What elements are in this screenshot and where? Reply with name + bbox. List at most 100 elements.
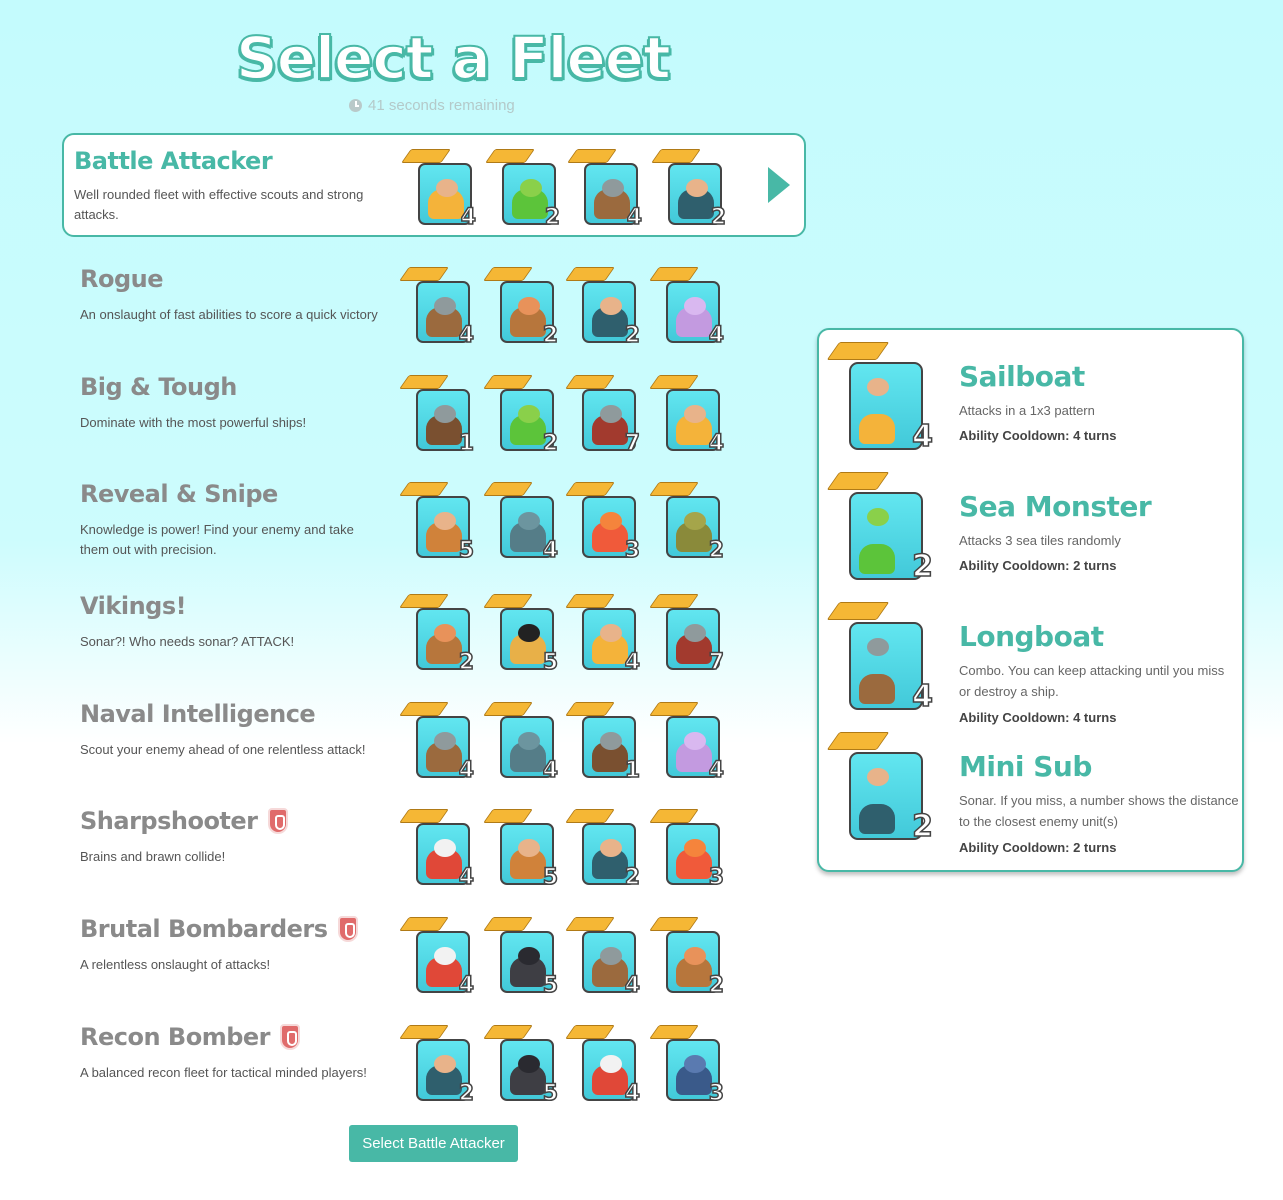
ship-body: [859, 804, 895, 834]
select-fleet-button[interactable]: Select Battle Attacker: [349, 1125, 518, 1162]
ship-card-sailboat[interactable]: 4: [565, 594, 641, 674]
attack-pattern-icon: [483, 1025, 533, 1039]
fleet-option[interactable]: Reveal & Snipe Knowledge is power! Find y…: [62, 468, 806, 572]
ship-card-crab[interactable]: 4: [565, 1025, 641, 1105]
ship-card-longboat: 4: [826, 602, 934, 712]
fleet-option[interactable]: Sharpshooter Brains and brawn collide! 4 5 2…: [62, 795, 806, 899]
ship-cooldown: Ability Cooldown: 4 turns: [959, 710, 1117, 725]
ship-count: 4: [708, 431, 725, 456]
ship-card-whale[interactable]: 4: [483, 482, 559, 562]
ship-card-sailboat[interactable]: 4: [649, 375, 725, 456]
fleet-option[interactable]: Naval Intelligence Scout your enemy ahead…: [62, 688, 806, 792]
ship-head: [518, 512, 540, 530]
ship-count: 2: [911, 549, 933, 584]
ship-head: [434, 405, 456, 423]
ship-head: [600, 732, 622, 750]
ship-card-longboat[interactable]: 4: [565, 917, 641, 998]
fleet-option[interactable]: Brutal Bombarders A relentless onslaught …: [62, 903, 806, 1007]
ship-card-raft[interactable]: 5: [483, 809, 559, 889]
ship-card-squid[interactable]: 3: [649, 809, 725, 889]
ship-ability-description: Sonar. If you miss, a number shows the d…: [959, 793, 1239, 829]
play-arrow-icon[interactable]: [768, 167, 790, 203]
ship-count: 2: [708, 973, 725, 998]
fleet-ships: 4 2 4 2: [401, 149, 736, 230]
ship-card-rower[interactable]: 2: [483, 267, 559, 347]
ship-count: 2: [624, 865, 641, 890]
ship-head: [867, 508, 889, 526]
ship-card-sea-monster[interactable]: 2: [483, 375, 559, 455]
ship-card-serpent[interactable]: 3: [649, 1025, 725, 1105]
ship-card-octopus[interactable]: 4: [649, 267, 725, 347]
ship-card-pirate[interactable]: 5: [483, 1025, 559, 1105]
ship-card-longboat[interactable]: 4: [399, 702, 475, 783]
ship-card-turtle[interactable]: 2: [649, 482, 725, 562]
fleet-name-text: Big & Tough: [80, 373, 237, 401]
ship-cooldown: Ability Cooldown: 2 turns: [959, 840, 1117, 855]
ship-card-sea-monster[interactable]: 2: [485, 149, 561, 230]
fleet-option[interactable]: Vikings! Sonar?! Who needs sonar? ATTACK!…: [62, 580, 806, 684]
ship-card-mini-sub[interactable]: 2: [399, 1025, 475, 1105]
fleet-option[interactable]: Big & Tough Dominate with the most powerf…: [62, 361, 806, 465]
ship-head: [434, 512, 456, 530]
ship-card-pirate-flag[interactable]: 5: [483, 594, 559, 674]
fleet-option[interactable]: Rogue An onslaught of fast abilities to s…: [62, 253, 806, 357]
ship-card-longboat[interactable]: 4: [399, 267, 475, 347]
ship-body: [859, 674, 895, 704]
fleet-option[interactable]: Battle Attacker Well rounded fleet with e…: [62, 133, 806, 237]
ship-head: [436, 179, 458, 197]
attack-pattern-icon: [649, 1025, 699, 1039]
attack-pattern-icon: [649, 594, 699, 608]
ship-count: 4: [458, 758, 475, 783]
ship-head: [602, 179, 624, 197]
ship-head: [684, 1055, 706, 1073]
ship-card-viking[interactable]: 1: [399, 375, 475, 455]
ship-count: 4: [624, 973, 641, 998]
ship-count: 7: [624, 431, 641, 456]
ship-card-mini-sub[interactable]: 2: [651, 149, 727, 229]
ship-head: [518, 839, 540, 857]
ship-card-crab[interactable]: 4: [399, 809, 475, 889]
ship-card-raft[interactable]: 5: [399, 482, 475, 562]
ship-detail: 4 Longboat Combo. You can keep attacking u…: [826, 602, 1233, 725]
attack-pattern-icon: [399, 1025, 449, 1039]
ship-card-sailboat[interactable]: 4: [401, 149, 477, 229]
ship-head: [518, 297, 540, 315]
attack-pattern-icon: [483, 809, 533, 823]
ship-card-warship[interactable]: 7: [649, 594, 725, 675]
ship-head: [684, 839, 706, 857]
ship-head: [684, 512, 706, 530]
shield-icon: [280, 1024, 300, 1050]
ship-card-warship[interactable]: 7: [565, 375, 641, 456]
attack-pattern-icon: [483, 375, 533, 389]
ship-card-longboat[interactable]: 4: [567, 149, 643, 229]
ship-card-whale[interactable]: 4: [483, 702, 559, 782]
fleet-name: Recon Bomber: [80, 1023, 300, 1051]
fleet-name-text: Reveal & Snipe: [80, 480, 278, 508]
ship-head: [434, 297, 456, 315]
ship-card-pirate[interactable]: 5: [483, 917, 559, 997]
ship-card-octopus[interactable]: 4: [649, 702, 725, 782]
ship-head: [684, 297, 706, 315]
fleet-option[interactable]: Recon Bomber A balanced recon fleet for t…: [62, 1011, 806, 1115]
ship-card-rower[interactable]: 2: [399, 594, 475, 674]
fleet-name: Sharpshooter: [80, 807, 288, 835]
attack-pattern-icon: [399, 809, 449, 823]
attack-pattern-icon: [649, 917, 699, 931]
ship-card-viking[interactable]: 1: [565, 702, 641, 782]
ship-count: 2: [544, 205, 561, 230]
fleet-name: Big & Tough: [80, 373, 237, 401]
ship-card-mini-sub[interactable]: 2: [565, 809, 641, 890]
ship-card-rower[interactable]: 2: [649, 917, 725, 998]
page-title: Select a Fleet: [235, 23, 672, 93]
ship-count: 7: [708, 650, 725, 675]
fleet-name: Vikings!: [80, 592, 187, 620]
ship-name: Longboat: [959, 620, 1104, 653]
ship-count: 3: [624, 538, 641, 563]
ship-head: [518, 624, 540, 642]
ship-card-squid[interactable]: 3: [565, 482, 641, 563]
ship-card-crab[interactable]: 4: [399, 917, 475, 997]
ship-cooldown: Ability Cooldown: 2 turns: [959, 558, 1117, 573]
ship-card-mini-sub[interactable]: 2: [565, 267, 641, 347]
fleet-ships: 4 5 4 2: [399, 917, 734, 998]
ship-head: [600, 947, 622, 965]
